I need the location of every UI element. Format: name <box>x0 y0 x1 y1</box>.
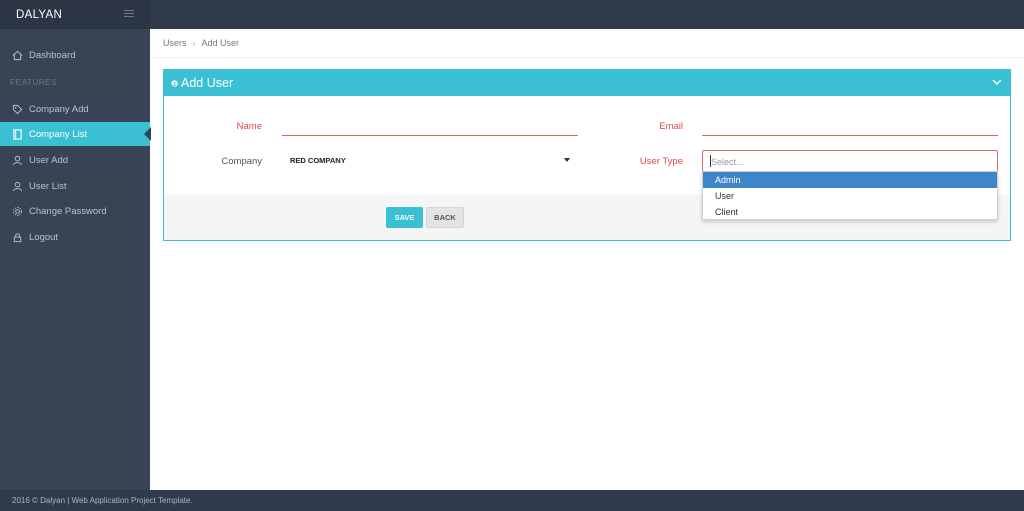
sidebar-item-user-add[interactable]: User Add <box>0 148 150 172</box>
sidebar-item-company-add[interactable]: Company Add <box>0 97 150 121</box>
top-navbar: DALYAN <box>0 0 1024 29</box>
sidebar-section-header: FEATURES <box>10 77 58 87</box>
sidebar-item-label: Company Add <box>29 103 89 115</box>
lock-icon <box>11 231 23 243</box>
user-type-placeholder: Select... <box>711 157 744 167</box>
footer: 2016 © Dalyan | Web Application Project … <box>0 490 1024 511</box>
option-admin[interactable]: Admin <box>703 172 997 188</box>
sidebar-item-logout[interactable]: Logout <box>0 225 150 249</box>
sidebar: Dashboard FEATURES Company Add Company L… <box>0 29 151 490</box>
back-button[interactable]: BACK <box>426 207 464 228</box>
sidebar-item-dashboard[interactable]: Dashboard <box>0 43 150 67</box>
save-button[interactable]: SAVE <box>386 207 423 228</box>
breadcrumb-current: Add User <box>201 38 240 48</box>
footer-text: 2016 © Dalyan | Web Application Project … <box>12 496 193 505</box>
divider <box>150 57 1024 58</box>
name-field[interactable] <box>282 135 578 136</box>
caret-down-icon <box>564 158 570 162</box>
user-type-dropdown: Admin User Client <box>702 171 998 220</box>
panel-header: Add User <box>164 70 1010 96</box>
sidebar-item-company-list[interactable]: Company List <box>0 122 151 146</box>
sidebar-item-label: Company List <box>29 128 88 140</box>
sidebar-item-user-list[interactable]: User List <box>0 174 150 198</box>
company-label: Company <box>221 156 262 167</box>
chevron-down-icon[interactable] <box>992 79 1002 86</box>
sidebar-item-label: Logout <box>29 231 59 243</box>
user-icon <box>11 154 23 166</box>
breadcrumb-separator: › <box>192 38 196 48</box>
breadcrumb-link-users[interactable]: Users <box>163 38 187 48</box>
name-label: Name <box>236 121 262 132</box>
book-icon <box>11 128 23 140</box>
email-field[interactable] <box>702 135 998 136</box>
brand-text: DALYAN <box>16 9 63 21</box>
home-icon <box>11 49 23 61</box>
menu-toggle-icon[interactable] <box>124 10 134 18</box>
sidebar-item-label: Dashboard <box>29 49 76 61</box>
user-icon <box>171 80 178 87</box>
sidebar-item-label: User List <box>29 180 67 192</box>
panel-title: Add User <box>181 76 234 90</box>
option-user[interactable]: User <box>703 188 997 204</box>
sidebar-item-label: User Add <box>29 154 69 166</box>
gear-icon <box>11 205 23 217</box>
option-client[interactable]: Client <box>703 204 997 220</box>
sidebar-item-change-password[interactable]: Change Password <box>0 199 150 223</box>
company-select-value: RED COMPANY <box>290 156 346 165</box>
email-label: Email <box>659 121 683 132</box>
sidebar-item-label: Change Password <box>29 205 107 217</box>
user-type-select[interactable]: Select... <box>702 150 998 172</box>
user-icon <box>11 180 23 192</box>
tag-icon <box>11 103 23 115</box>
user-type-label: User Type <box>639 156 683 167</box>
breadcrumb: Users › Add User <box>163 38 239 48</box>
